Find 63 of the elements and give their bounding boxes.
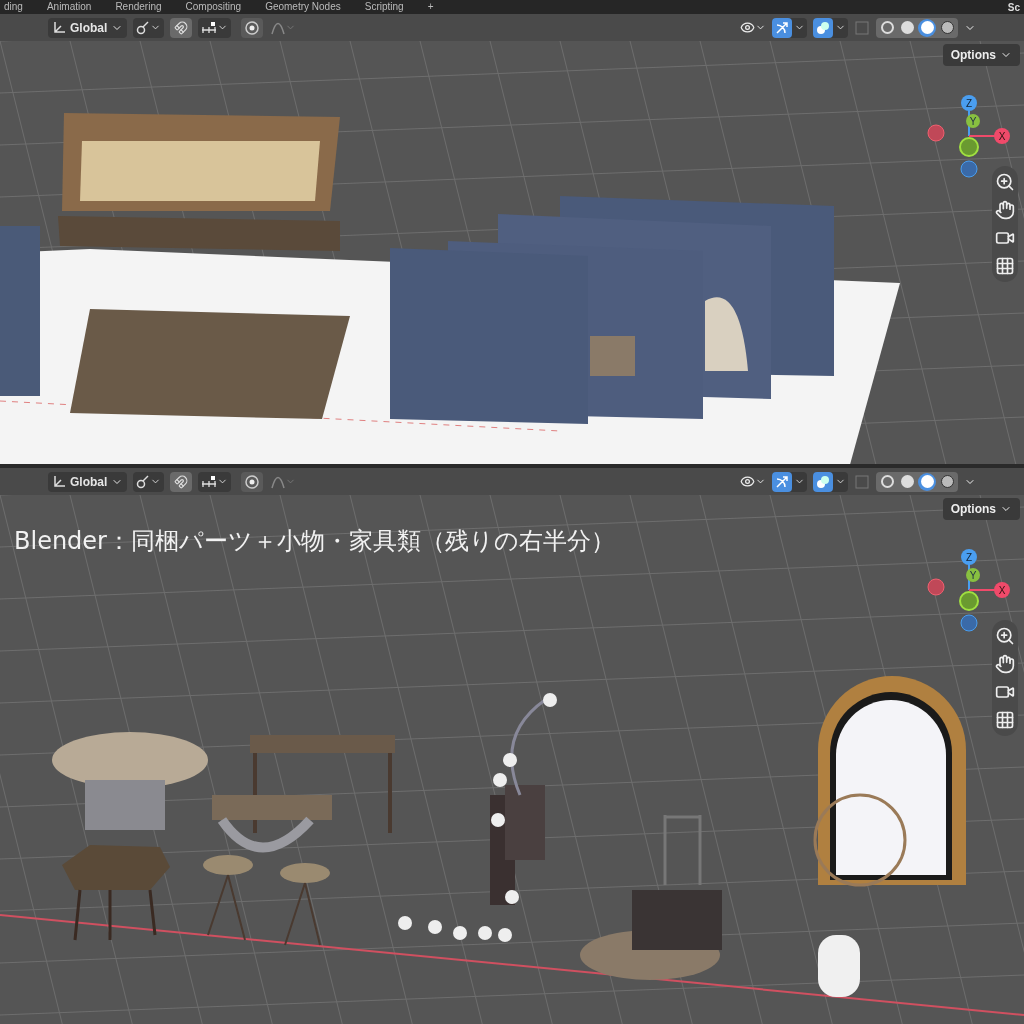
- eye-icon: [740, 20, 755, 35]
- workspace-tab[interactable]: Animation: [46, 1, 92, 13]
- xray-icon: [854, 473, 870, 490]
- y-axis-handle[interactable]: Y: [966, 114, 980, 128]
- magnet-icon: [174, 474, 189, 489]
- workspace-tab[interactable]: ding: [4, 1, 23, 13]
- xray-icon: [854, 19, 870, 36]
- magnet-icon: [174, 20, 189, 35]
- options-dropdown[interactable]: Options: [942, 44, 1020, 66]
- negative-y-handle[interactable]: [959, 591, 979, 611]
- x-axis-handle[interactable]: X: [994, 128, 1010, 144]
- snap-toggle[interactable]: [170, 17, 193, 38]
- y-axis-handle[interactable]: Y: [966, 568, 980, 582]
- z-axis-handle[interactable]: Z: [961, 549, 977, 565]
- workspace-tab[interactable]: Rendering: [115, 1, 162, 13]
- hand-icon[interactable]: [995, 654, 1015, 674]
- target-icon: [245, 20, 260, 35]
- zoom-icon[interactable]: [995, 172, 1015, 192]
- caption-text: Blender：同梱パーツ＋小物・家具類（残りの右半分）: [14, 526, 615, 557]
- negative-z-handle[interactable]: [960, 160, 978, 178]
- orientation-dropdown[interactable]: Global: [48, 17, 128, 38]
- grid-icon[interactable]: [995, 256, 1015, 276]
- snap-target-dropdown[interactable]: [198, 17, 232, 38]
- pivot-dropdown[interactable]: [133, 17, 165, 38]
- viewport-canvas[interactable]: Options Z Y X: [0, 41, 1024, 464]
- grid-icon[interactable]: [995, 710, 1015, 730]
- hand-icon[interactable]: [995, 200, 1015, 220]
- shading-mode-button[interactable]: [918, 18, 936, 37]
- options-dropdown[interactable]: Options: [942, 498, 1020, 520]
- falloff-curve-icon: [271, 20, 286, 35]
- orientation-dropdown[interactable]: Global: [48, 471, 128, 492]
- gizmo-toggle[interactable]: [772, 17, 807, 38]
- eye-icon: [740, 474, 755, 489]
- snap-target-icon: [201, 475, 218, 488]
- workspace-tab[interactable]: Compositing: [185, 1, 242, 13]
- negative-x-handle[interactable]: [927, 124, 945, 142]
- pivot-dropdown[interactable]: [133, 471, 165, 492]
- negative-y-handle[interactable]: [959, 137, 979, 157]
- snap-toggle[interactable]: [170, 471, 193, 492]
- overlay-toggle[interactable]: [813, 471, 848, 492]
- zoom-icon[interactable]: [995, 626, 1015, 646]
- shading-mode-button[interactable]: [918, 472, 936, 491]
- workspace-tab[interactable]: Geometry Nodes: [265, 1, 341, 13]
- snap-target-dropdown[interactable]: [198, 471, 232, 492]
- workspace-tab[interactable]: +: [427, 1, 434, 13]
- pivot-icon: [136, 474, 151, 489]
- workspace-tab[interactable]: Scripting: [364, 1, 404, 13]
- target-icon: [245, 474, 260, 489]
- proportional-edit-toggle[interactable]: [241, 471, 264, 492]
- pivot-icon: [136, 20, 151, 35]
- overlay-toggle[interactable]: [813, 17, 848, 38]
- viewport-canvas[interactable]: Blender：同梱パーツ＋小物・家具類（残りの右半分） Options Z Y X: [0, 495, 1024, 1024]
- snap-target-icon: [201, 21, 218, 34]
- axes-icon: [52, 474, 66, 489]
- negative-x-handle[interactable]: [927, 578, 945, 596]
- scene-label: Sc: [1007, 0, 1020, 15]
- z-axis-handle[interactable]: Z: [961, 95, 977, 111]
- falloff-curve-icon: [271, 474, 286, 489]
- axes-icon: [52, 20, 66, 35]
- x-axis-handle[interactable]: X: [994, 582, 1010, 598]
- gizmo-toggle[interactable]: [772, 471, 807, 492]
- proportional-edit-toggle[interactable]: [241, 17, 264, 38]
- negative-z-handle[interactable]: [960, 614, 978, 632]
